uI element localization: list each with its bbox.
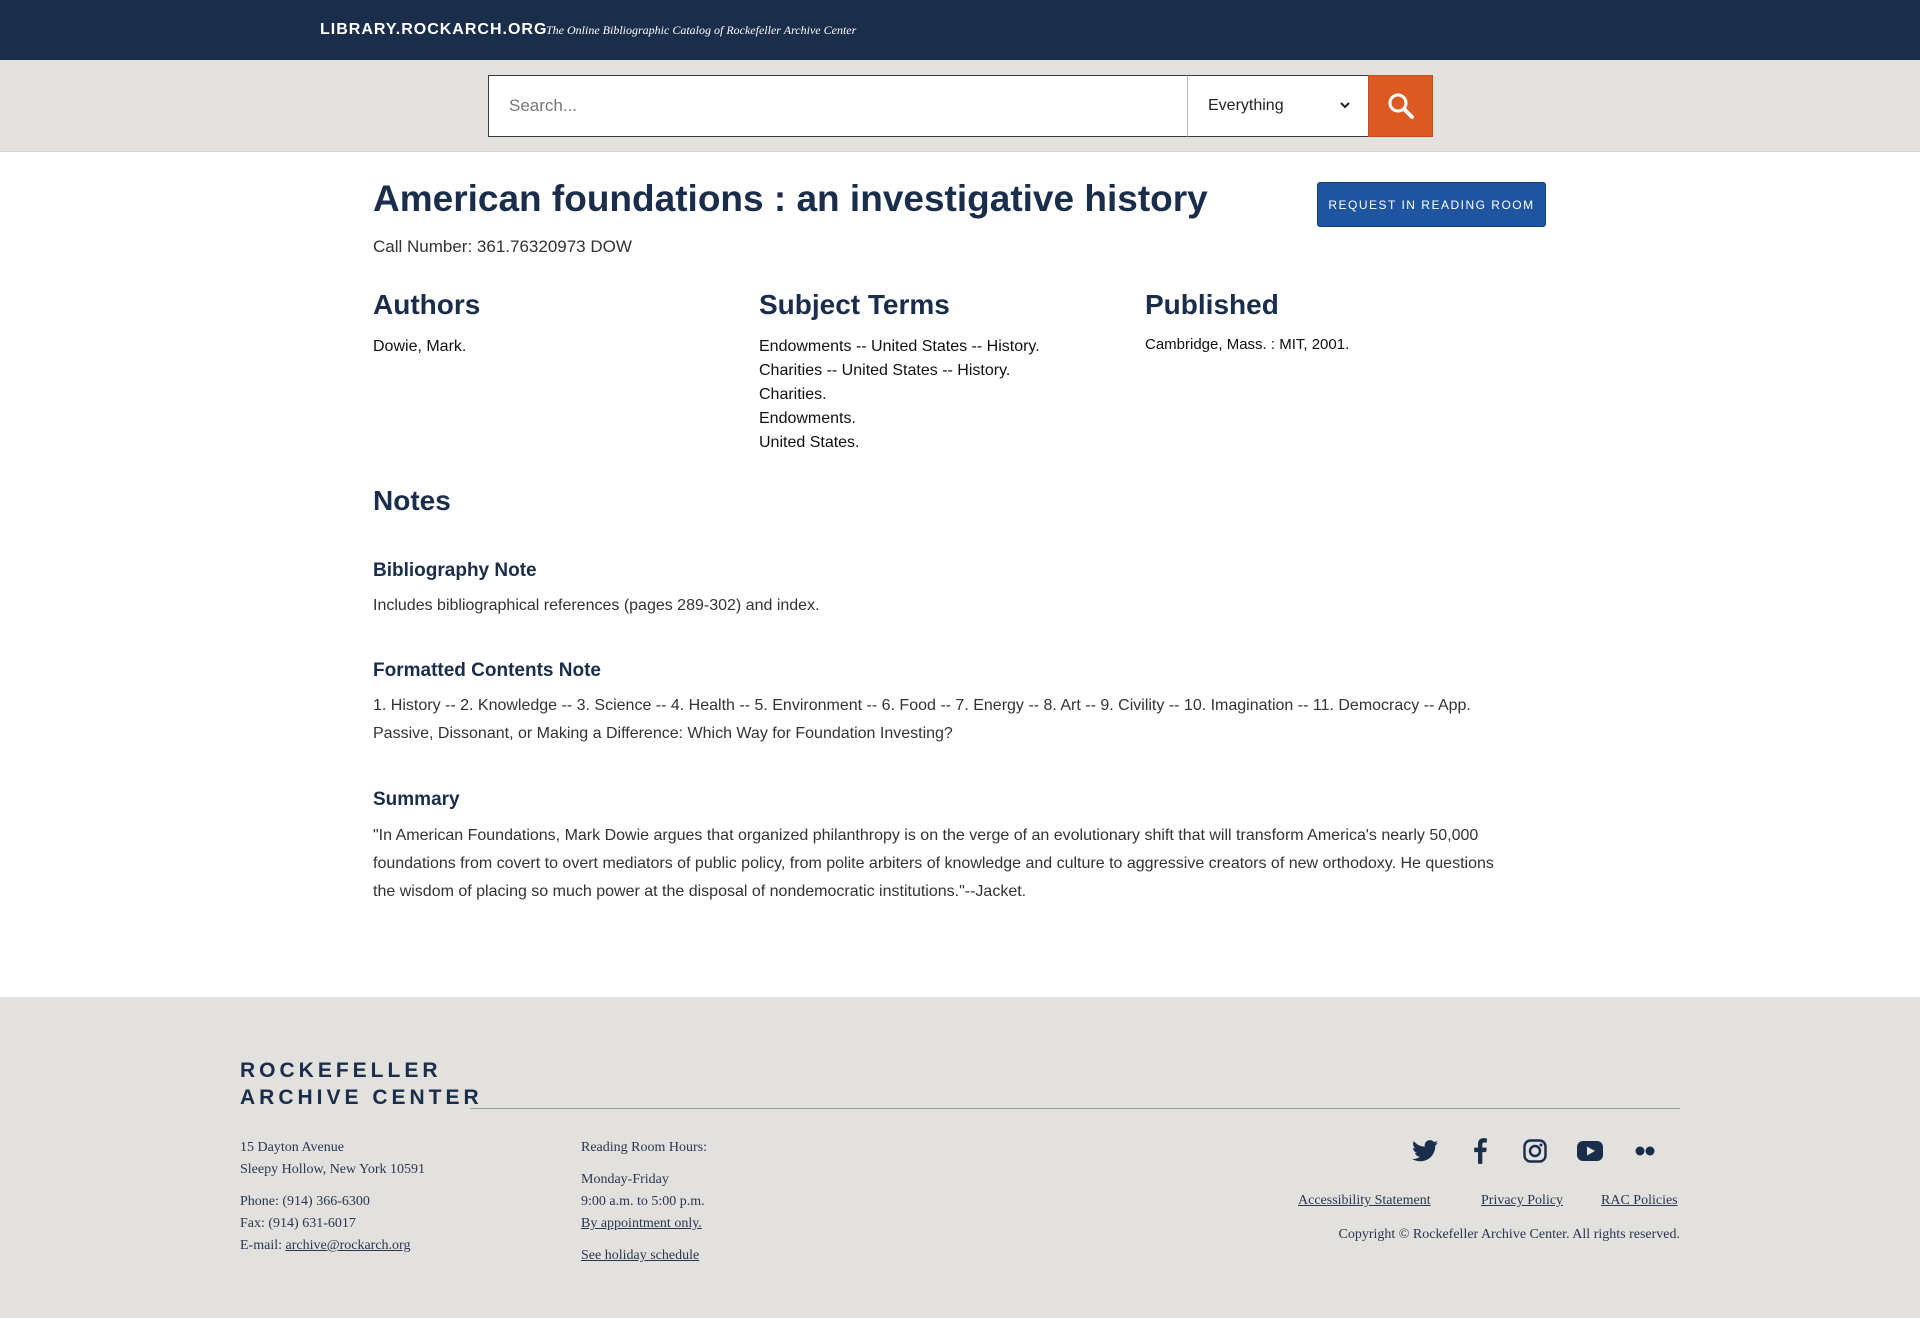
phone-text: Phone: (914) 366-6300 — [240, 1194, 370, 1209]
footer-divider — [470, 1108, 1680, 1109]
subject-term-item: United States. — [759, 434, 860, 451]
privacy-policy-link[interactable]: Privacy Policy — [1481, 1190, 1563, 1212]
note-title: Summary — [373, 789, 460, 810]
published-heading: Published — [1145, 289, 1279, 320]
email-link[interactable]: archive@rockarch.org — [286, 1238, 411, 1253]
search-button[interactable] — [1368, 75, 1433, 137]
site-tagline: The Online Bibliographic Catalog of Rock… — [546, 23, 857, 37]
appointment-link[interactable]: By appointment only. — [581, 1216, 702, 1231]
footer-address: 15 Dayton Avenue Sleepy Hollow, New York… — [240, 1137, 425, 1181]
rac-policies-link[interactable]: RAC Policies — [1601, 1190, 1678, 1212]
instagram-link[interactable] — [1520, 1136, 1550, 1166]
twitter-link[interactable] — [1410, 1136, 1440, 1166]
published-value: Cambridge, Mass. : MIT, 2001. — [1145, 336, 1350, 353]
note-title: Formatted Contents Note — [373, 660, 601, 681]
facebook-link[interactable] — [1465, 1136, 1495, 1166]
address-line: Sleepy Hollow, New York 10591 — [240, 1162, 425, 1177]
subject-terms-heading: Subject Terms — [759, 289, 950, 320]
note-text: "In American Foundations, Mark Dowie arg… — [373, 827, 1494, 900]
call-number: Call Number: 361.76320973 DOW — [373, 237, 632, 256]
search-icon — [1388, 93, 1414, 119]
footer-contact: Phone: (914) 366-6300 Fax: (914) 631-601… — [240, 1191, 410, 1257]
footer-logo-line: ROCKEFELLER — [240, 1059, 442, 1082]
subject-term-item: Charities -- United States -- History. — [759, 362, 1011, 379]
subject-term-item: Endowments. — [759, 410, 856, 427]
footer-logo[interactable]: ROCKEFELLER ARCHIVE CENTER — [240, 1057, 483, 1111]
email-line: E-mail: archive@rockarch.org — [240, 1235, 410, 1257]
note-text: Includes bibliographical references (pag… — [373, 597, 820, 614]
site-brand-link[interactable]: LIBRARY.ROCKARCH.ORG — [320, 21, 547, 39]
fax-text: Fax: (914) 631-6017 — [240, 1216, 356, 1231]
top-bar — [0, 0, 1920, 60]
youtube-link[interactable] — [1575, 1136, 1605, 1166]
subject-term-item: Charities. — [759, 386, 827, 403]
flickr-icon — [1635, 1146, 1655, 1156]
author-item: Dowie, Mark. — [373, 338, 467, 355]
flickr-link[interactable] — [1630, 1136, 1660, 1166]
authors-heading: Authors — [373, 289, 481, 320]
notes-heading: Notes — [373, 485, 451, 516]
twitter-icon — [1412, 1140, 1438, 1162]
instagram-icon — [1523, 1139, 1547, 1163]
holiday-schedule-link[interactable]: See holiday schedule — [581, 1248, 699, 1263]
note-title: Bibliography Note — [373, 560, 537, 581]
search-scope-value: Everything — [1208, 97, 1284, 114]
facebook-icon — [1474, 1138, 1487, 1164]
request-reading-room-button[interactable]: REQUEST IN READING ROOM — [1317, 182, 1546, 227]
address-line: 15 Dayton Avenue — [240, 1140, 344, 1155]
note-text: 1. History -- 2. Knowledge -- 3. Science… — [373, 697, 1471, 742]
record-title: American foundations : an investigative … — [373, 178, 1208, 219]
footer-logo-line: ARCHIVE CENTER — [240, 1086, 483, 1109]
search-input[interactable] — [488, 75, 1188, 137]
youtube-icon — [1577, 1141, 1603, 1161]
reading-room-hours: Monday-Friday 9:00 a.m. to 5:00 p.m. By … — [581, 1169, 705, 1235]
reading-room-hours-heading: Reading Room Hours: — [581, 1140, 707, 1155]
chevron-down-icon — [1340, 102, 1350, 109]
accessibility-statement-link[interactable]: Accessibility Statement — [1298, 1190, 1431, 1212]
copyright-text: Copyright © Rockefeller Archive Center. … — [1338, 1227, 1681, 1242]
hours-time: 9:00 a.m. to 5:00 p.m. — [581, 1194, 705, 1209]
email-label: E-mail: — [240, 1238, 286, 1253]
hours-days: Monday-Friday — [581, 1172, 669, 1187]
holiday-schedule: See holiday schedule — [581, 1245, 699, 1267]
search-scope-select[interactable]: Everything — [1187, 75, 1369, 137]
subject-term-item: Endowments -- United States -- History. — [759, 338, 1040, 355]
authors-list: Dowie, Mark. — [373, 335, 466, 359]
subject-terms-list: Endowments -- United States -- History. … — [759, 335, 1040, 455]
